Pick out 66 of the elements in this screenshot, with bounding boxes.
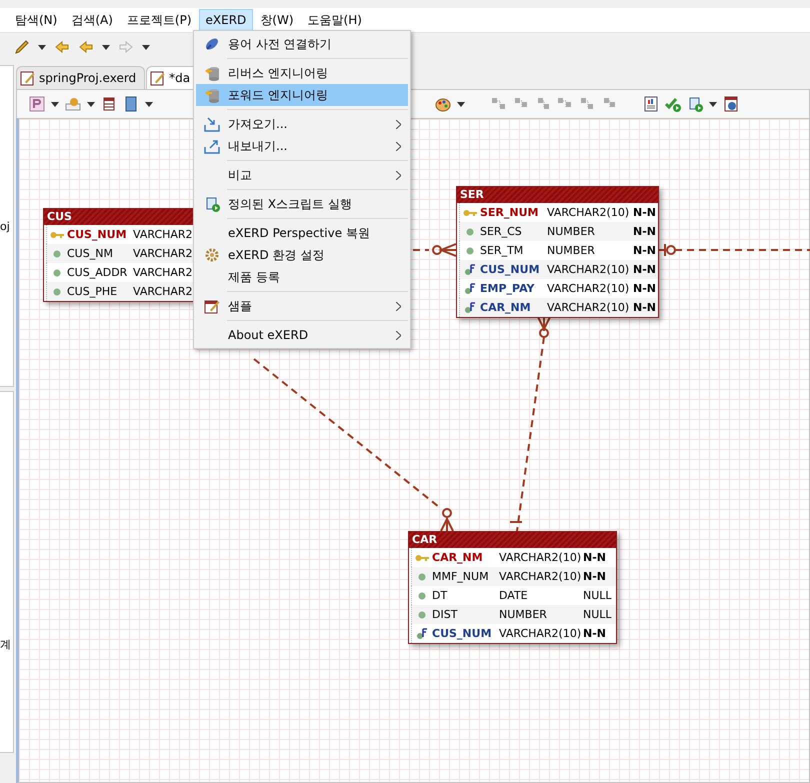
menu-item[interactable]: 용어 사전 연결하기 — [196, 33, 408, 55]
column-nullity: N-N — [633, 206, 657, 219]
column-name: DT — [432, 589, 448, 602]
column-nullity: N-N — [583, 551, 607, 564]
entity-name: CUS — [47, 210, 72, 223]
column-name: CUS_NUM — [480, 263, 541, 276]
column-name: CUS_NUM — [432, 627, 493, 640]
menu-title[interactable]: eXERD — [198, 9, 254, 31]
column-name: EMP_PAY — [480, 282, 536, 295]
panel-text-fragment: 계 — [0, 637, 12, 652]
menu-item[interactable]: 정의된 X스크립트 실행 — [196, 193, 408, 215]
column-name: CUS_NUM — [67, 228, 128, 241]
column-name: CUS_PHE — [67, 285, 118, 298]
column-type: VARCHAR2 — [133, 247, 194, 260]
menu-title[interactable]: 창(W) — [253, 8, 301, 32]
column-type: VARCHAR2(10) — [547, 282, 630, 295]
menu-item[interactable]: 제품 등록 — [196, 266, 408, 288]
menu-title[interactable]: 검색(A) — [64, 8, 120, 32]
menu-item[interactable]: 내보내기... — [196, 135, 408, 157]
column-type: NUMBER — [499, 608, 548, 621]
column-type: VARCHAR2(10) — [499, 551, 582, 564]
column-nullity: N-N — [583, 627, 607, 640]
column-type: VARCHAR2(10) — [547, 301, 630, 314]
column-name: SER_NUM — [480, 206, 540, 219]
menu-item[interactable]: 가져오기... — [196, 113, 408, 135]
column-nullity: N-N — [633, 282, 657, 295]
menu-item[interactable]: eXERD Perspective 복원 — [196, 222, 408, 244]
column-type: VARCHAR2 — [133, 266, 194, 279]
column-type: NUMBER — [547, 225, 596, 238]
menu-item[interactable]: 포워드 엔지니어링 — [196, 84, 408, 106]
column-type: VARCHAR2(10) — [499, 627, 582, 640]
column-name: CAR_NM — [432, 551, 484, 564]
column-name: DIST — [432, 608, 458, 621]
column-nullity: NULL — [583, 589, 613, 602]
entity-table[interactable]: CAR CAR_NM VARCHAR2(10) N-N MMF_NUM VARCHAR2(10) N-N DT DATE NULL DIST NUMBER NULL CUS_NUM VARCHAR2(10) N-N — [408, 531, 617, 644]
column-name: CUS_ADDR — [67, 266, 128, 279]
panel-text-fragment: oj — [0, 220, 11, 232]
menu-title[interactable]: 프로젝트(P) — [120, 8, 199, 32]
column-nullity: NULL — [583, 608, 613, 621]
editor-tab[interactable]: springProj.exerd — [16, 66, 146, 89]
menu-item[interactable]: 비교 — [196, 164, 408, 186]
column-type: VARCHAR2(10) — [547, 263, 630, 276]
menu-title[interactable]: 탐색(N) — [8, 8, 64, 32]
column-type: VARCHAR2(10) — [499, 570, 582, 583]
column-name: SER_CS — [480, 225, 523, 238]
menu-item[interactable]: 샘플 — [196, 295, 408, 317]
column-nullity: N-N — [583, 570, 607, 583]
column-nullity: N-N — [633, 244, 657, 257]
column-nullity: N-N — [633, 263, 657, 276]
column-type: DATE — [499, 589, 529, 602]
column-nullity: N-N — [633, 301, 657, 314]
column-type: NUMBER — [547, 244, 596, 257]
entity-table[interactable]: SER SER_NUM VARCHAR2(10) N-N SER_CS NUMBER N-N SER_TM NUMBER N-N CUS_NUM VARCHAR2(10) N-N EMP_PAY VARCHAR2(10) N-N CAR_NM VARCHAR2(10) N-N — [456, 186, 659, 318]
column-name: SER_TM — [480, 244, 524, 257]
column-nullity: N-N — [633, 225, 657, 238]
column-name: MMF_NUM — [432, 570, 490, 583]
column-type: VARCHAR2(10) — [547, 206, 630, 219]
menu-item[interactable]: eXERD 환경 설정 — [196, 244, 408, 266]
entity-name: CAR — [412, 533, 438, 546]
menu-item[interactable]: About eXERD — [196, 324, 408, 346]
entity-name: SER — [460, 188, 484, 201]
column-name: CUS_NM — [67, 247, 114, 260]
column-type: VARCHAR2 — [133, 228, 194, 241]
menu-title[interactable]: 도움말(H) — [300, 8, 369, 32]
column-name: CAR_NM — [480, 301, 532, 314]
column-type: VARCHAR2 — [133, 285, 194, 298]
